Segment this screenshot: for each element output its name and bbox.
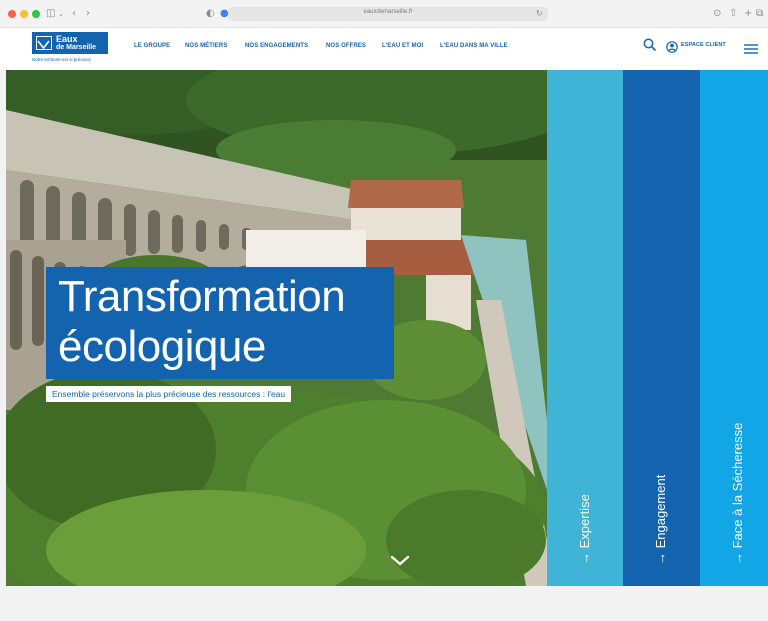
hero-title-line2: écologique (58, 322, 266, 371)
panel-engagement-label: → Engagement (653, 474, 668, 565)
nav-item-nos-metiers[interactable]: NOS MÉTIERS (185, 43, 227, 49)
chevron-down-icon[interactable]: ⌄ (58, 7, 64, 21)
close-window-button[interactable] (8, 10, 16, 18)
hero-subtitle: Ensemble préservons la plus précieuse de… (46, 386, 292, 402)
logo-mark-icon (36, 36, 52, 50)
nav-item-le-groupe[interactable]: LE GROUPE (134, 43, 170, 49)
page-below-fold (0, 586, 768, 621)
logo-line1: Eaux (56, 34, 78, 44)
new-tab-icon[interactable]: + (744, 7, 752, 21)
brand-tagline: Notre territoire est si précieux (32, 57, 91, 62)
search-icon[interactable] (643, 37, 657, 56)
tabs-icon[interactable]: ⧉ (756, 7, 763, 21)
shield-icon[interactable]: ◐ (206, 7, 215, 21)
logo-line2: de Marseille (56, 44, 97, 51)
site-header: Eaux de Marseille Notre territoire est s… (0, 28, 768, 70)
back-icon[interactable]: ‹ (72, 7, 76, 21)
browser-toolbar: ◫ ⌄ ‹ › ◐ ● eauxdemarseille.fr ↻ ⊙ ⇧ + ⧉ (0, 0, 768, 28)
download-icon[interactable]: ⊙ (713, 7, 721, 21)
nav-item-eau-dans-ma-ville[interactable]: L'EAU DANS MA VILLE (440, 43, 508, 49)
panel-secheresse[interactable]: → Face à la Sécheresse (700, 70, 768, 586)
zoom-window-button[interactable] (32, 10, 40, 18)
user-account-icon[interactable] (666, 38, 678, 57)
address-text: eauxdemarseille.fr (363, 9, 413, 15)
brand-logo[interactable]: Eaux de Marseille (32, 32, 108, 54)
address-bar[interactable]: eauxdemarseille.fr ↻ (228, 7, 548, 21)
nav-item-nos-engagements[interactable]: NOS ENGAGEMENTS (245, 43, 308, 49)
share-icon[interactable]: ⇧ (729, 7, 737, 21)
panel-engagement[interactable]: → Engagement (623, 70, 700, 586)
scroll-down-chevron-icon[interactable] (389, 554, 411, 568)
nav-item-nos-offres[interactable]: NOS OFFRES (326, 43, 366, 49)
sidebar-icon[interactable]: ◫ (46, 7, 55, 21)
nav-item-eau-et-moi[interactable]: L'EAU ET MOI (382, 43, 423, 49)
hero-title-line1: Transformation (58, 272, 346, 321)
menu-icon[interactable] (744, 39, 758, 58)
panel-expertise-label: → Expertise (577, 494, 592, 565)
forward-icon[interactable]: › (86, 7, 90, 21)
panel-secheresse-label: → Face à la Sécheresse (730, 422, 745, 565)
espace-client-link[interactable]: ESPACE CLIENT (681, 42, 726, 48)
hero-title-block: Transformation écologique (46, 267, 394, 379)
panel-expertise[interactable]: → Expertise (547, 70, 623, 586)
reload-icon[interactable]: ↻ (536, 7, 543, 21)
minimize-window-button[interactable] (20, 10, 28, 18)
